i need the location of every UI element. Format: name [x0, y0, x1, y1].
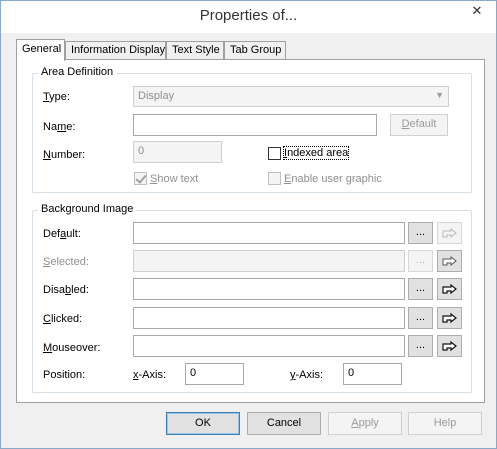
bg-clicked-label: Clicked:	[43, 313, 83, 325]
hand-pointer-icon	[442, 227, 457, 239]
bg-disabled-field[interactable]	[133, 278, 405, 300]
bg-selected-browse-button[interactable]: ...	[408, 250, 433, 272]
tab-text-style[interactable]: Text Style	[166, 41, 224, 60]
show-text-checkbox[interactable]	[134, 172, 147, 185]
hand-pointer-icon	[441, 340, 457, 352]
hand-pointer-icon	[441, 283, 457, 295]
apply-button[interactable]: Apply	[328, 412, 402, 435]
tab-information-display[interactable]: Information Display	[65, 41, 166, 60]
help-button[interactable]: Help	[408, 412, 482, 435]
close-icon[interactable]: ✕	[464, 2, 490, 20]
background-image-title: Background Image	[38, 203, 137, 215]
bg-selected-label: Selected:	[43, 256, 89, 268]
bg-default-browse-button[interactable]: ...	[408, 222, 433, 244]
name-field[interactable]	[133, 114, 377, 136]
hand-pointer-icon	[442, 255, 457, 267]
ok-button[interactable]: OK	[166, 412, 240, 435]
name-label: Name:	[43, 121, 76, 133]
indexed-area-label: Indexed area	[282, 146, 350, 160]
number-label: Number:	[43, 149, 86, 161]
bg-selected-field[interactable]	[133, 250, 405, 272]
bg-selected-pick-button[interactable]	[437, 250, 462, 272]
general-tab-panel: Area Definition TDisplayype: Display ▼ N…	[16, 59, 485, 403]
area-definition-title: Area Definition	[38, 66, 117, 78]
properties-dialog: Properties of... ✕ General Information D…	[0, 0, 497, 449]
bg-clicked-field[interactable]	[133, 307, 405, 329]
enable-user-graphic-label: Enable user graphic	[284, 173, 382, 185]
y-axis-field[interactable]: 0	[343, 363, 402, 385]
indexed-area-checkbox[interactable]	[268, 147, 281, 160]
number-field[interactable]: 0	[133, 141, 222, 163]
bg-default-pick-button[interactable]	[437, 222, 462, 244]
bg-mouseover-field[interactable]	[133, 335, 405, 357]
background-image-group: Background Image Default: ... Selected: …	[32, 203, 472, 393]
bg-mouseover-pick-button[interactable]	[437, 335, 462, 357]
window-title: Properties of...	[199, 7, 298, 24]
enable-user-graphic-checkbox[interactable]	[268, 172, 281, 185]
x-axis-label: x-Axis:	[133, 369, 166, 381]
y-axis-label: y-Axis:	[290, 369, 323, 381]
default-button[interactable]: Default	[390, 114, 448, 136]
show-text-label: Show text	[150, 173, 199, 185]
cancel-button[interactable]: Cancel	[247, 412, 321, 435]
hand-pointer-icon	[441, 312, 457, 324]
type-select[interactable]: Display ▼	[133, 86, 449, 107]
bg-clicked-browse-button[interactable]: ...	[408, 307, 433, 329]
type-label: TDisplayype:	[43, 91, 70, 103]
area-definition-group: Area Definition TDisplayype: Display ▼ N…	[32, 66, 472, 193]
bg-disabled-pick-button[interactable]	[437, 278, 462, 300]
tab-general[interactable]: General	[16, 39, 65, 61]
bg-disabled-label: Disabled:	[43, 284, 89, 296]
position-label: Position:	[43, 369, 86, 381]
bg-mouseover-browse-button[interactable]: ...	[408, 335, 433, 357]
bg-mouseover-label: Mouseover:	[43, 342, 101, 354]
bg-default-label: Default:	[43, 228, 81, 240]
type-select-value: Display	[138, 90, 175, 102]
tab-tab-group[interactable]: Tab Group	[224, 41, 286, 60]
bg-clicked-pick-button[interactable]	[437, 307, 462, 329]
bg-default-field[interactable]	[133, 222, 405, 244]
chevron-down-icon: ▼	[435, 90, 444, 100]
bg-disabled-browse-button[interactable]: ...	[408, 278, 433, 300]
title-bar: Properties of... ✕	[1, 1, 496, 33]
x-axis-field[interactable]: 0	[185, 363, 244, 385]
